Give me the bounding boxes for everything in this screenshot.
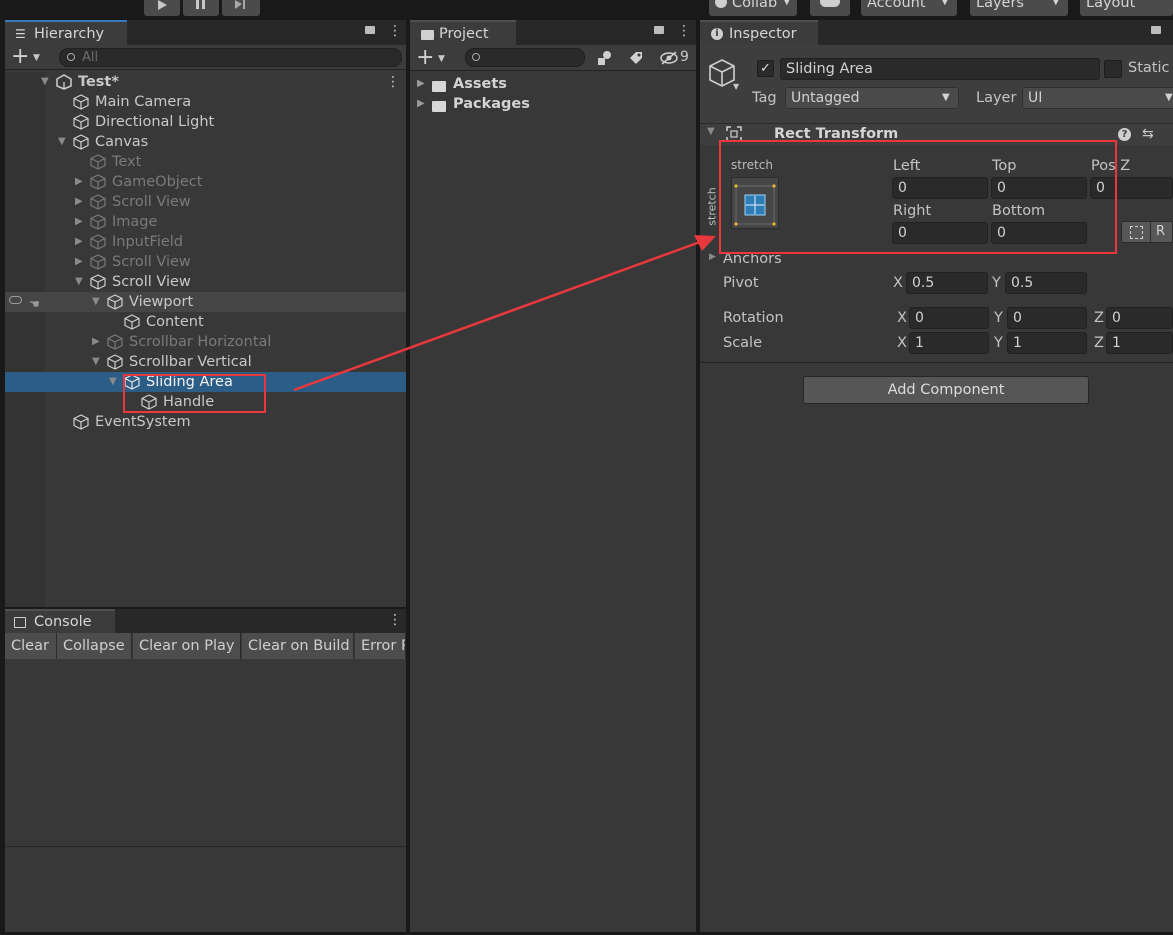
annotation-arrow	[293, 235, 716, 392]
